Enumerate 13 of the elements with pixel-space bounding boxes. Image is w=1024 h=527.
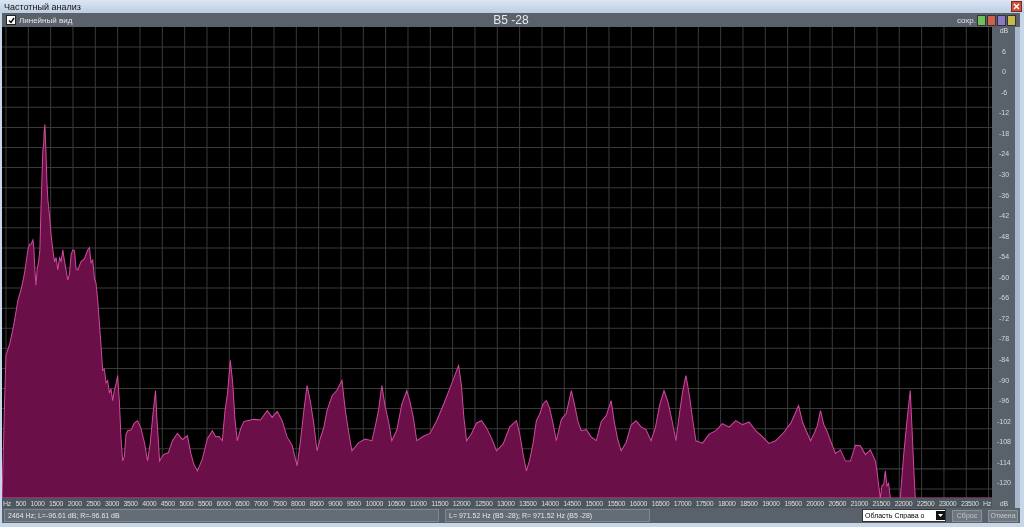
chart-title: B5 -28 <box>493 13 529 27</box>
save-label: сохр. <box>956 15 976 25</box>
color-button-icon[interactable] <box>987 14 996 26</box>
linear-view-checkbox[interactable] <box>6 15 16 25</box>
caret-icon <box>936 511 945 520</box>
color-button-icon[interactable] <box>997 14 1006 26</box>
close-button[interactable] <box>1011 1 1022 12</box>
color-button-icon[interactable] <box>1007 14 1016 26</box>
window-title: Частотный анализ <box>4 1 81 12</box>
checkbox-label: Линейный вид <box>19 15 73 25</box>
color-button-icon[interactable] <box>977 14 986 26</box>
scrollbar[interactable] <box>1015 27 1020 508</box>
close-icon <box>1013 3 1020 10</box>
